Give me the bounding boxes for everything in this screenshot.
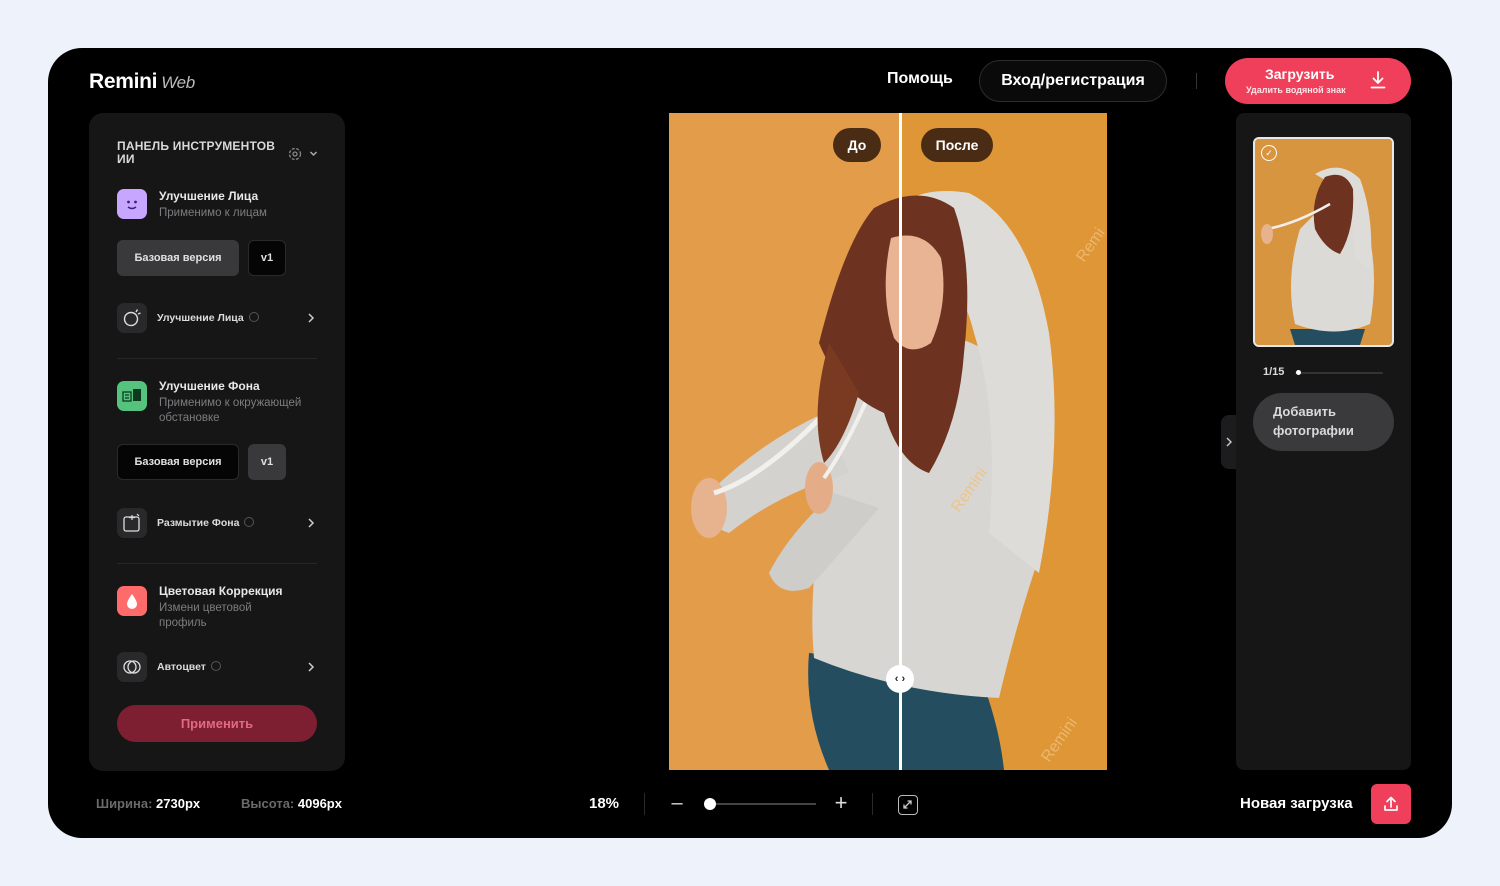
panel-title: ПАНЕЛЬ ИНСТРУМЕНТОВ ИИ: [117, 139, 276, 166]
face-option-row[interactable]: Улучшение Лица: [117, 303, 317, 333]
face-version-v1-button[interactable]: v1: [248, 240, 286, 276]
download-icon: [1370, 71, 1386, 89]
help-link[interactable]: Помощь: [887, 70, 953, 88]
divider: [872, 793, 873, 815]
chevron-down-icon[interactable]: [309, 149, 318, 158]
zoom-in-button[interactable]: +: [832, 792, 850, 814]
divider: [117, 358, 317, 359]
upload-icon: [1384, 796, 1398, 811]
chevron-right-icon: [308, 313, 315, 323]
add-photos-button[interactable]: Добавить фотографии: [1253, 393, 1394, 451]
gallery-panel: ✓ 1/15 Добавить фотографии: [1236, 113, 1411, 770]
collapse-panel-button[interactable]: [1221, 415, 1237, 469]
new-upload-label: Новая загрузка: [1240, 795, 1353, 812]
image-height: Высота: 4096px: [241, 796, 342, 811]
color-subtitle: Измени цветовой профиль: [159, 602, 252, 629]
height-value: 4096px: [297, 796, 342, 811]
width-label: Ширина:: [96, 796, 153, 811]
counter-progress-dot: [1295, 370, 1301, 375]
fit-screen-button[interactable]: [898, 795, 918, 815]
before-label: До: [833, 128, 881, 162]
photo-counter: 1/15: [1263, 366, 1285, 378]
face-enhance-icon: [117, 303, 147, 333]
header-divider: [1196, 73, 1197, 89]
compare-slider-handle[interactable]: ‹ ›: [886, 665, 914, 693]
zoom-slider-handle[interactable]: [704, 798, 716, 810]
photo-thumbnail[interactable]: ✓: [1253, 137, 1394, 347]
face-option-label: Улучшение Лица: [157, 312, 259, 324]
background-title: Улучшение Фона: [159, 379, 260, 393]
auto-color-icon: [117, 652, 147, 682]
divider: [117, 563, 317, 564]
logo[interactable]: Remini Web: [89, 70, 195, 94]
color-option-label: Автоцвет: [157, 661, 221, 673]
face-icon: [117, 189, 147, 219]
compare-image[interactable]: Remini Remi Remini До После ‹ ›: [669, 113, 1107, 770]
info-icon: [244, 517, 255, 527]
download-button[interactable]: Загрузить Удалить водяной знак: [1225, 58, 1411, 104]
app-window: Remini Web Помощь Вход/регистрация Загруз…: [48, 48, 1452, 838]
divider: [644, 793, 645, 815]
face-version-base-button[interactable]: Базовая версия: [117, 240, 239, 276]
login-button[interactable]: Вход/регистрация: [979, 60, 1167, 102]
height-label: Высота:: [241, 796, 295, 811]
image-width: Ширина: 2730px: [96, 796, 200, 811]
ai-tools-panel: ПАНЕЛЬ ИНСТРУМЕНТОВ ИИ Улучшение Лица Пр…: [89, 113, 345, 771]
face-subtitle: Применимо к лицам: [159, 207, 267, 219]
logo-suffix: Web: [161, 73, 195, 92]
info-icon: [248, 312, 259, 322]
chevron-right-icon: [308, 518, 315, 528]
background-option-label: Размытие Фона: [157, 517, 255, 529]
apply-button[interactable]: Применить: [117, 705, 317, 742]
chevron-right-icon: [1226, 437, 1232, 447]
background-version-v1-button[interactable]: v1: [248, 444, 286, 480]
check-icon: ✓: [1261, 145, 1277, 161]
color-option-row[interactable]: Автоцвет: [117, 652, 317, 682]
zoom-level: 18%: [589, 795, 620, 812]
download-sublabel: Удалить водяной знак: [1246, 85, 1346, 95]
page-background: Remini Web Помощь Вход/регистрация Загруз…: [0, 0, 1500, 886]
background-icon: [117, 381, 147, 411]
width-value: 2730px: [156, 796, 201, 811]
after-label: После: [921, 128, 993, 162]
background-option-row[interactable]: Размытие Фона: [117, 508, 317, 538]
background-version-base-button[interactable]: Базовая версия: [117, 444, 239, 480]
face-title: Улучшение Лица: [159, 189, 259, 203]
counter-progress-track: [1295, 372, 1383, 374]
new-upload-button[interactable]: [1371, 784, 1411, 824]
settings-icon[interactable]: [288, 147, 302, 161]
color-title: Цветовая Коррекция: [159, 584, 283, 598]
color-drop-icon: [117, 586, 147, 616]
download-label: Загрузить: [1265, 66, 1335, 82]
logo-text: Remini: [89, 70, 158, 93]
expand-icon: [903, 800, 912, 809]
zoom-slider-track[interactable]: [708, 803, 816, 805]
background-subtitle: Применимо к окружающей обстановке: [159, 397, 302, 424]
background-blur-icon: [117, 508, 147, 538]
chevron-right-icon: [308, 662, 315, 672]
info-icon: [210, 661, 221, 671]
zoom-out-button[interactable]: –: [669, 793, 685, 815]
